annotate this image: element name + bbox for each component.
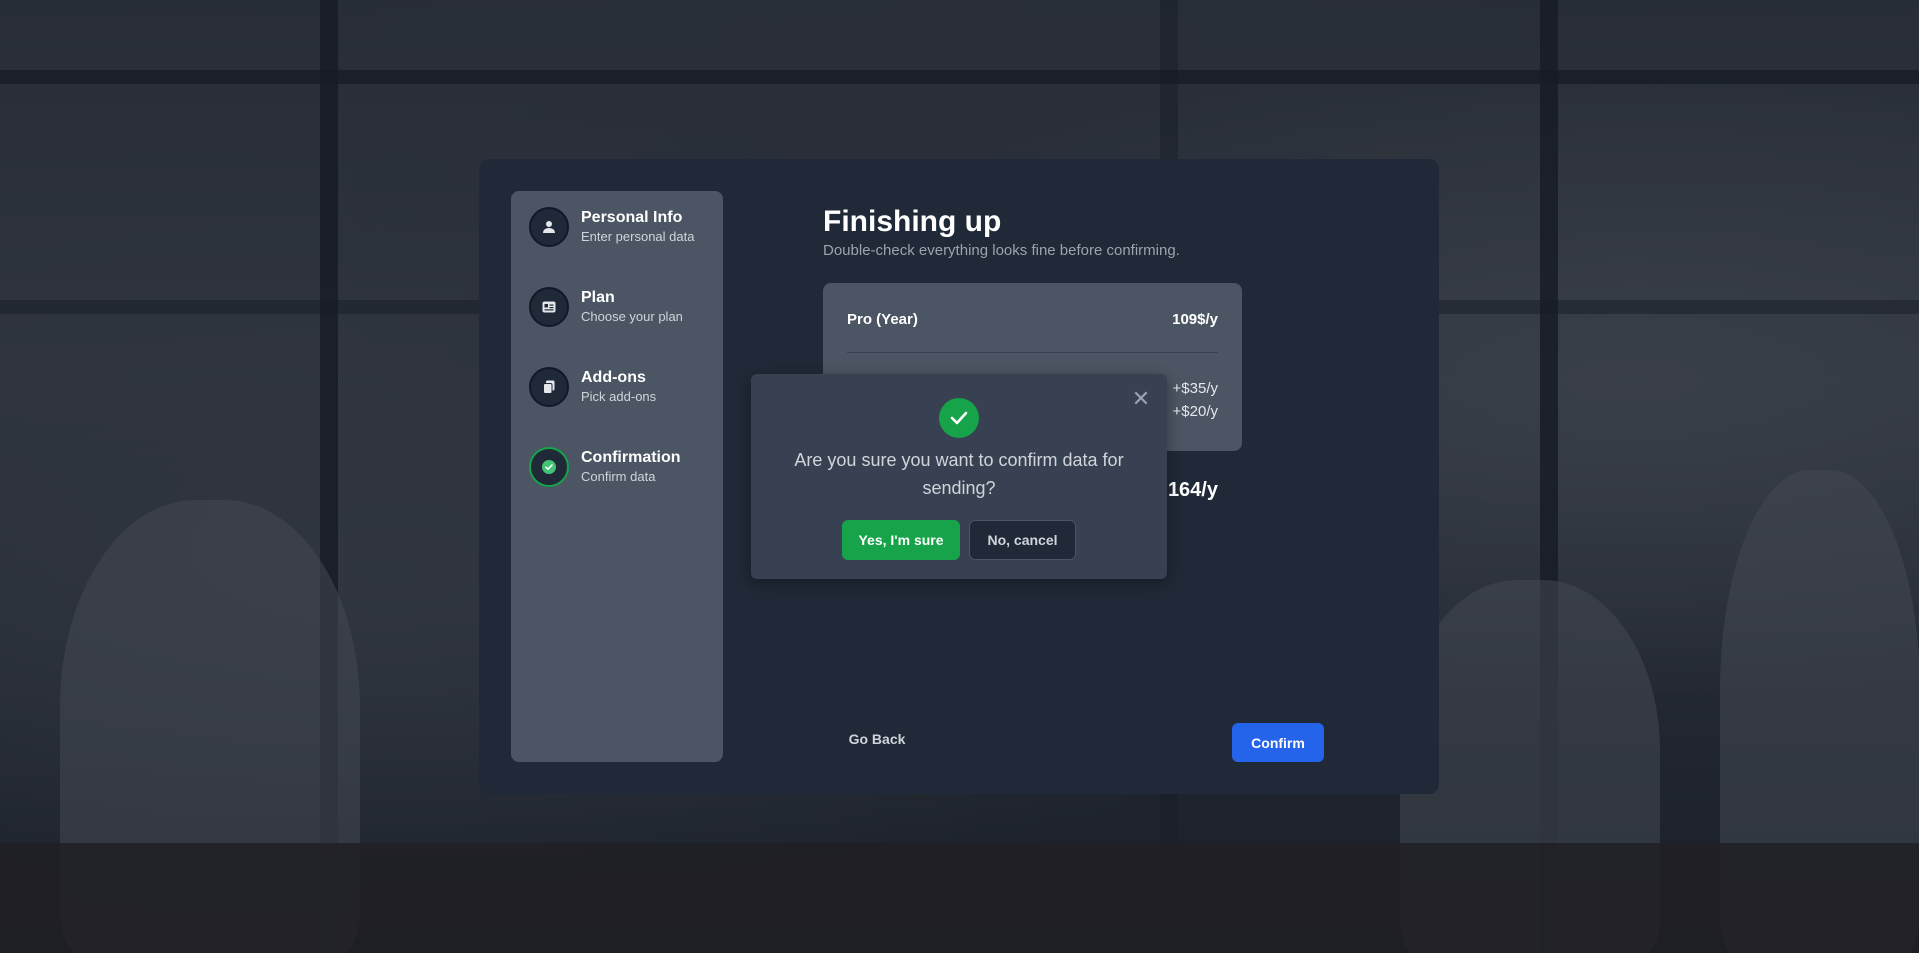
step-title: Add-ons (581, 369, 646, 386)
plan-row: Pro (Year) 109$/y (847, 311, 1218, 328)
step-subtitle: Confirm data (581, 469, 656, 484)
step-indicator (529, 207, 569, 247)
addon-price: +$20/y (1172, 403, 1218, 420)
confirm-dialog: ✕ Are you sure you want to confirm data … (751, 374, 1167, 579)
id-card-icon (542, 301, 556, 313)
step-title: Plan (581, 289, 615, 306)
step-plan[interactable]: Plan Choose your plan (529, 287, 683, 327)
yes-button[interactable]: Yes, I'm sure (842, 520, 960, 560)
close-icon[interactable]: ✕ (1131, 388, 1151, 410)
user-icon (543, 221, 555, 233)
check-icon (939, 398, 979, 438)
dialog-actions: Yes, I'm sure No, cancel (751, 520, 1167, 560)
step-subtitle: Choose your plan (581, 309, 683, 324)
page-subtitle: Double-check everything looks fine befor… (823, 242, 1180, 259)
page-title: Finishing up (823, 205, 1002, 238)
step-title: Personal Info (581, 209, 683, 226)
dialog-message: Are you sure you want to confirm data fo… (794, 450, 1124, 498)
summary-divider (847, 352, 1218, 353)
main-content: Finishing up Double-check everything loo… (823, 204, 1343, 259)
total-value: 164/y (1167, 479, 1218, 501)
check-circle-icon (542, 460, 556, 474)
step-indicator-active (529, 447, 569, 487)
plan-price: 109$/y (1172, 311, 1218, 328)
copy-icon (543, 380, 555, 394)
step-indicator (529, 367, 569, 407)
step-title: Confirmation (581, 449, 681, 466)
steps-sidebar: Personal Info Enter personal data Plan C… (511, 191, 723, 762)
addon-price: +$35/y (1172, 380, 1218, 397)
step-indicator (529, 287, 569, 327)
step-subtitle: Enter personal data (581, 229, 695, 244)
step-subtitle: Pick add-ons (581, 389, 657, 404)
step-confirmation[interactable]: Confirmation Confirm data (529, 447, 681, 487)
no-button[interactable]: No, cancel (969, 520, 1076, 560)
plan-name: Pro (Year) (847, 311, 918, 328)
go-back-button[interactable]: Go Back (842, 724, 912, 754)
step-add-ons[interactable]: Add-ons Pick add-ons (529, 367, 656, 407)
step-personal-info[interactable]: Personal Info Enter personal data (529, 207, 694, 247)
confirm-button[interactable]: Confirm (1232, 723, 1324, 762)
